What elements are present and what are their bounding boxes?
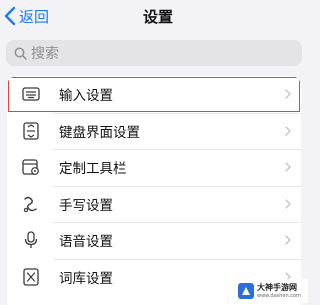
microphone-icon <box>21 230 41 250</box>
settings-item-handwriting[interactable]: 手写设置 <box>7 185 301 223</box>
settings-item-label: 键盘界面设置 <box>59 124 140 141</box>
search-input[interactable]: 搜索 <box>6 40 302 66</box>
search-placeholder: 搜索 <box>31 46 59 62</box>
settings-item-input[interactable]: 输入设置 <box>7 76 301 113</box>
chevron-right-icon <box>285 199 291 209</box>
settings-item-label: 输入设置 <box>59 88 113 105</box>
settings-item-label: 定制工具栏 <box>59 161 127 178</box>
chevron-right-icon <box>285 89 291 99</box>
watermark-subtitle: www.dashen.com <box>257 292 301 299</box>
settings-item-label: 手写设置 <box>59 197 113 214</box>
search-icon <box>14 47 27 60</box>
watermark: 大神手游网 www.dashen.com <box>238 279 308 303</box>
settings-item-label: 语音设置 <box>59 234 113 251</box>
page-title: 设置 <box>142 8 173 26</box>
chevron-right-icon <box>285 162 291 172</box>
watermark-logo-icon <box>238 283 254 299</box>
chevron-right-icon <box>285 126 291 136</box>
keyboard-icon <box>21 84 41 104</box>
handwriting-icon <box>21 194 41 214</box>
keyboard-layout-icon <box>21 121 41 141</box>
toolbar-icon <box>21 157 41 177</box>
settings-item-keyboard-ui[interactable]: 键盘界面设置 <box>7 112 301 150</box>
settings-item-voice[interactable]: 语音设置 <box>7 222 301 259</box>
settings-item-toolbar[interactable]: 定制工具栏 <box>7 149 301 186</box>
settings-list: 输入设置 键盘界面设置 定制工具栏 手写设置 语音设置 词库设置 <box>7 76 301 305</box>
navigation-bar: 返回 设置 <box>0 0 316 34</box>
dictionary-icon <box>21 267 41 287</box>
watermark-title: 大神手游网 <box>257 282 297 292</box>
chevron-right-icon <box>285 235 291 245</box>
